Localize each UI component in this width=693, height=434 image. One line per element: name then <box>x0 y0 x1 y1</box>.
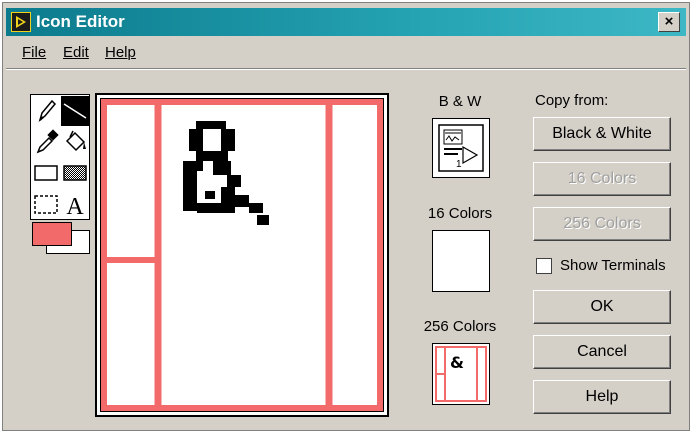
dropper-tool[interactable] <box>32 127 60 157</box>
canvas-pixels <box>101 99 383 411</box>
app-icon <box>11 12 31 32</box>
canvas-drawing-area[interactable] <box>100 98 384 412</box>
menu-file[interactable]: File <box>22 44 46 61</box>
tool-palette: A <box>30 94 90 220</box>
line-icon <box>63 103 87 119</box>
icon-canvas[interactable] <box>95 93 389 417</box>
rectangle-tool[interactable] <box>32 158 60 188</box>
ok-button[interactable]: OK <box>533 290 671 324</box>
filled-rectangle-tool[interactable] <box>61 158 89 188</box>
bw-label: B & W <box>438 93 482 110</box>
c16-label: 16 Colors <box>427 205 493 222</box>
dropper-icon <box>36 129 59 154</box>
copy-256-colors-button[interactable]: 256 Colors <box>533 207 671 241</box>
menu-help[interactable]: Help <box>105 44 136 61</box>
select-tool[interactable] <box>32 189 60 219</box>
fill-bucket-icon <box>65 130 86 152</box>
menu-edit[interactable]: Edit <box>63 44 89 61</box>
pencil-tool[interactable] <box>32 96 60 126</box>
show-terminals-label: Show Terminals <box>560 257 666 274</box>
close-icon: × <box>664 13 674 30</box>
c256-preview-glyph: & <box>450 353 464 372</box>
copy-from-label: Copy from: <box>535 92 609 109</box>
vi-icon: 1 <box>438 124 484 172</box>
cancel-button[interactable]: Cancel <box>533 335 671 369</box>
text-tool[interactable]: A <box>61 189 89 220</box>
copy-black-white-button[interactable]: Black & White <box>533 117 671 151</box>
line-tool[interactable] <box>61 96 89 126</box>
window-title: Icon Editor <box>36 12 125 31</box>
close-button[interactable]: × <box>658 12 680 32</box>
c16-preview[interactable] <box>432 230 490 292</box>
menu-bar: File Edit Help <box>6 40 686 66</box>
foreground-color-swatch[interactable] <box>32 222 72 246</box>
c256-preview[interactable]: & <box>432 343 490 405</box>
menu-separator <box>6 68 686 70</box>
bw-preview[interactable]: 1 <box>432 118 490 178</box>
title-bar[interactable]: Icon Editor × <box>6 8 686 36</box>
show-terminals-checkbox[interactable] <box>536 258 552 274</box>
text-icon: A <box>66 194 84 220</box>
copy-16-colors-button[interactable]: 16 Colors <box>533 162 671 196</box>
rectangle-icon <box>34 165 58 181</box>
filled-rectangle-icon <box>63 165 87 181</box>
c256-thumbnail: & <box>435 346 487 402</box>
svg-text:A: A <box>66 194 84 219</box>
bw-preview-number: 1 <box>456 159 462 170</box>
select-icon <box>34 195 58 214</box>
fill-tool[interactable] <box>61 127 89 157</box>
c256-label: 256 Colors <box>423 318 497 335</box>
pencil-icon <box>38 99 57 123</box>
help-button[interactable]: Help <box>533 380 671 414</box>
